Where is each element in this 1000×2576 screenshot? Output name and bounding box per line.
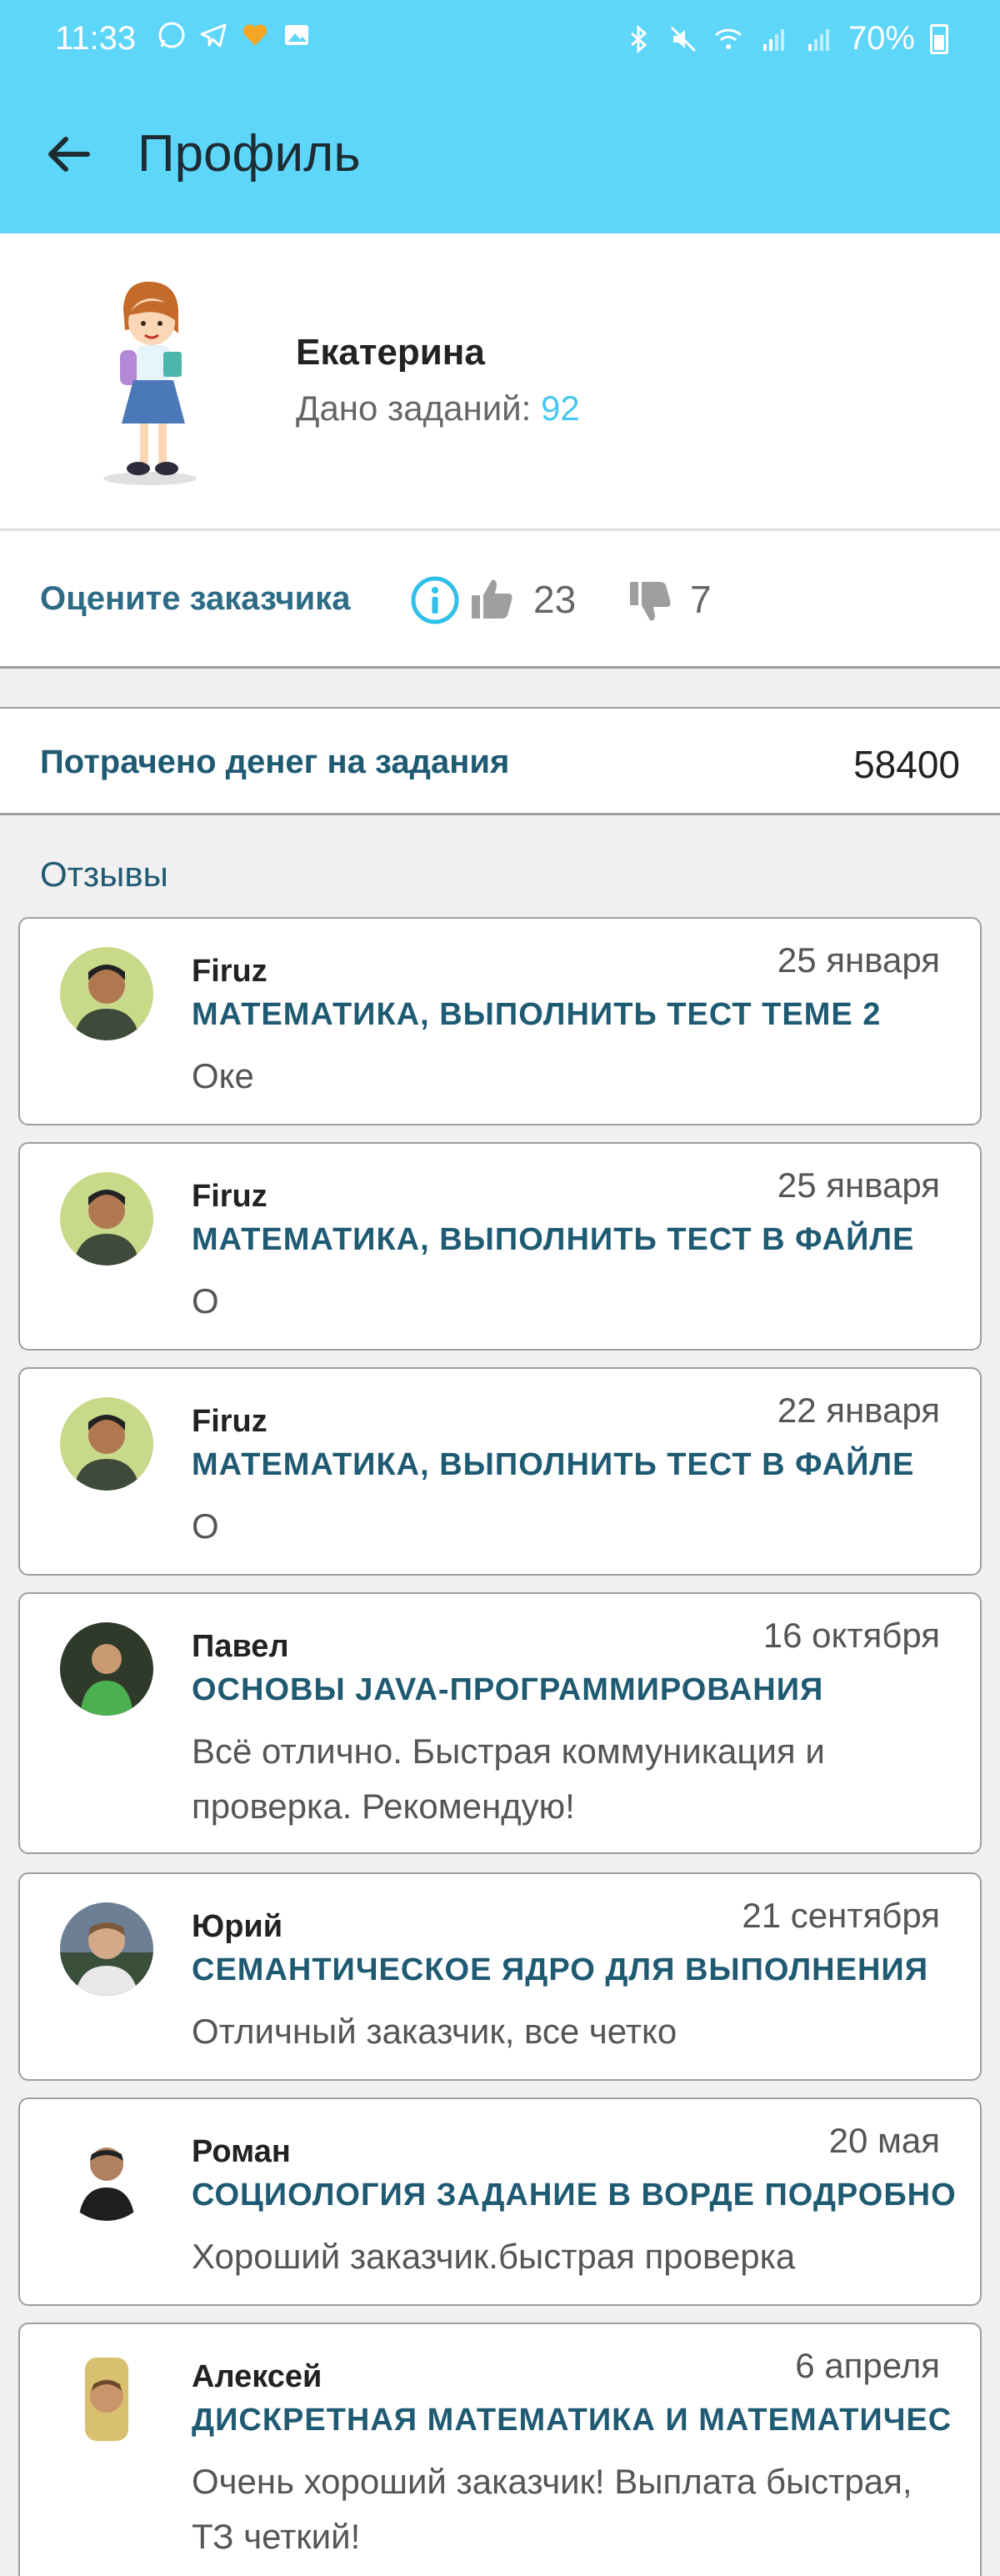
money-spent-value: 58400 (853, 743, 960, 786)
review-card[interactable]: Firuz 22 января МАТЕМАТИКА, ВЫПОЛНИТЬ ТЕ… (18, 1367, 982, 1576)
reviewer-name: Firuz (192, 1179, 268, 1214)
avatar (60, 1902, 153, 1996)
whatsapp-icon (158, 22, 185, 48)
back-button[interactable] (40, 125, 98, 183)
status-bar: 11:33 70% (0, 0, 1000, 77)
review-text: О (192, 1281, 219, 1321)
review-task-title[interactable]: МАТЕМАТИКА, ВЫПОЛНИТЬ ТЕСТ В ФАЙЛЕ (192, 1447, 914, 1483)
profile-name: Екатерина (296, 332, 485, 373)
review-date: 21 сентября (742, 1896, 940, 1935)
review-date: 25 января (777, 1165, 940, 1205)
signal-icon (808, 28, 829, 51)
review-card[interactable]: Павел 16 октября ОСНОВЫ JAVA-ПРОГРАММИРО… (18, 1592, 982, 1854)
money-spent-row: Потрачено денег на задания 58400 (0, 707, 1000, 815)
status-time: 11:33 (55, 20, 137, 57)
review-task-title[interactable]: СЕМАНТИЧЕСКОЕ ЯДРО ДЛЯ ВЫПОЛНЕНИЯ (192, 1952, 928, 1988)
review-text: Хороший заказчик.быстрая проверка (192, 2237, 796, 2276)
reviewer-name: Роман (192, 2134, 291, 2169)
avatar (60, 947, 153, 1040)
avatar (60, 1622, 153, 1716)
review-card[interactable]: Алексей 6 апреля ДИСКРЕТНАЯ МАТЕМАТИКА И… (18, 2323, 982, 2576)
rate-customer-row: Оцените заказчика 23 7 (0, 532, 1000, 669)
review-card[interactable]: Юрий 21 сентября СЕМАНТИЧЕСКОЕ ЯДРО ДЛЯ … (18, 1872, 982, 2081)
thumbs-up-icon[interactable] (468, 575, 515, 622)
tasks-given-count: 92 (540, 388, 580, 428)
avatar (60, 1397, 153, 1491)
reviewer-name: Firuz (192, 954, 268, 989)
info-icon[interactable] (410, 575, 460, 625)
review-date: 16 октября (762, 1616, 940, 1655)
review-task-title[interactable]: ДИСКРЕТНАЯ МАТЕМАТИКА И МАТЕМАТИЧЕС (192, 2403, 952, 2438)
reviews-header: Отзывы (40, 854, 168, 894)
mute-icon (670, 26, 696, 52)
profile-card: Екатерина Дано заданий: 92 (0, 233, 1000, 530)
review-date: 25 января (777, 940, 940, 980)
battery-icon (930, 23, 948, 54)
review-card[interactable]: Firuz 25 января МАТЕМАТИКА, ВЫПОЛНИТЬ ТЕ… (18, 1142, 982, 1351)
avatar (60, 2353, 153, 2446)
arrow-back-icon (48, 137, 90, 172)
review-card[interactable]: Роман 20 мая СОЦИОЛОГИЯ ЗАДАНИЕ В ВОРДЕ … (18, 2097, 982, 2306)
page-title: Профиль (138, 125, 361, 183)
tasks-given: Дано заданий: 92 (296, 388, 580, 428)
review-card[interactable]: Firuz 25 января МАТЕМАТИКА, ВЫПОЛНИТЬ ТЕ… (18, 917, 982, 1125)
review-date: 6 апреля (795, 2346, 940, 2385)
bluetooth-icon (630, 24, 648, 53)
avatar (60, 2127, 153, 2221)
tasks-given-label: Дано заданий: (296, 388, 541, 428)
system-icons: 70% (623, 20, 948, 58)
reviewer-name: Павел (192, 1629, 289, 1664)
reviewer-name: Юрий (192, 1909, 283, 1944)
gallery-icon (285, 25, 308, 45)
thumbs-down-icon[interactable] (627, 579, 673, 625)
review-text: Всё отлично. Быстрая коммуникация и пров… (192, 1732, 825, 1826)
rate-customer-label: Оцените заказчика (40, 580, 351, 617)
review-text: О (192, 1506, 219, 1546)
review-text: Очень хороший заказчик! Выплата быстрая,… (192, 2462, 912, 2556)
review-text: Оке (192, 1056, 254, 1095)
review-date: 20 мая (828, 2121, 940, 2160)
avatar (60, 1172, 153, 1265)
telegram-icon (200, 23, 227, 48)
heart-badge-icon (242, 24, 268, 46)
app-bar: 11:33 70% Профиль (0, 0, 1000, 233)
review-date: 22 января (777, 1391, 940, 1430)
dislikes-count: 7 (690, 578, 712, 621)
signal-icon (762, 28, 784, 51)
battery-percent: 70% (848, 20, 915, 57)
review-task-title[interactable]: ОСНОВЫ JAVA-ПРОГРАММИРОВАНИЯ (192, 1672, 823, 1708)
reviewer-name: Firuz (192, 1404, 268, 1439)
review-task-title[interactable]: СОЦИОЛОГИЯ ЗАДАНИЕ В ВОРДЕ ПОДРОБНО (192, 2178, 957, 2213)
notification-icons (157, 20, 312, 50)
review-task-title[interactable]: МАТЕМАТИКА, ВЫПОЛНИТЬ ТЕСТ ТЕМЕ 2 (192, 997, 881, 1033)
money-spent-label: Потрачено денег на задания (40, 744, 510, 780)
reviewer-name: Алексей (192, 2359, 322, 2394)
likes-count: 23 (533, 578, 577, 621)
avatar (103, 281, 197, 485)
wifi-icon (714, 28, 742, 49)
review-text: Отличный заказчик, все четко (192, 2012, 678, 2051)
review-task-title[interactable]: МАТЕМАТИКА, ВЫПОЛНИТЬ ТЕСТ В ФАЙЛЕ (192, 1222, 914, 1258)
